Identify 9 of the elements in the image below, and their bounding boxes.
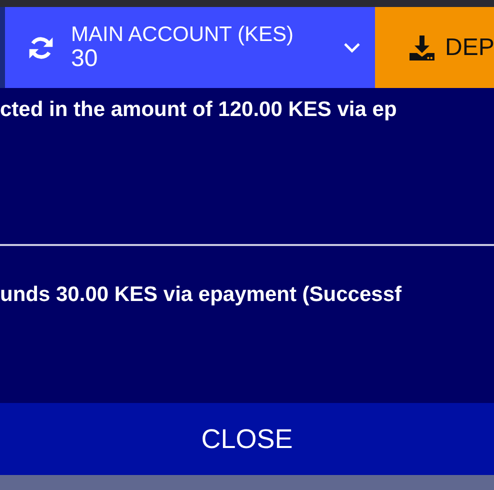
account-name: MAIN ACCOUNT (KES) [71,22,294,46]
close-button[interactable]: CLOSE [0,403,494,475]
account-selector[interactable]: MAIN ACCOUNT (KES) 30 [5,7,375,88]
account-balance: 30 [71,46,99,72]
notification-text: unds 30.00 KES via epayment (Successf [0,283,402,306]
download-icon [407,32,437,62]
notification-text: cted in the amount of 120.00 KES via ep [0,98,397,121]
deposit-button[interactable]: DEP [375,7,494,88]
chevron-down-icon [343,42,361,54]
